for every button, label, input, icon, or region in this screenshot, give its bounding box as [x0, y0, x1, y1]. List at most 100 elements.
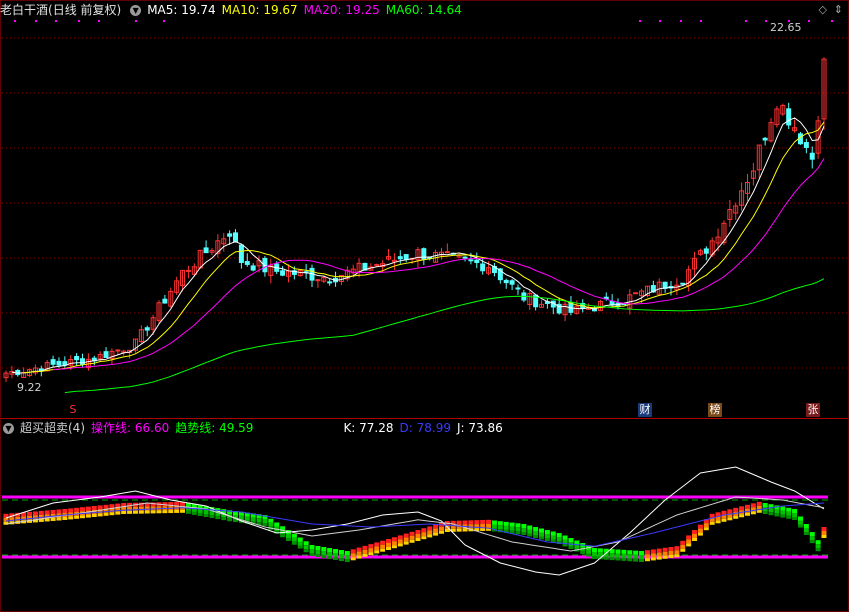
- oscillator-bar: [291, 533, 297, 538]
- oscillator-bar: [650, 557, 656, 561]
- top-tick: [14, 20, 16, 22]
- oscillator-bar: [150, 506, 156, 511]
- oscillator-bar: [539, 528, 545, 533]
- oscillator-bar: [85, 514, 91, 518]
- oscillator-bar: [403, 541, 409, 545]
- sell-signal-marker[interactable]: S: [66, 403, 80, 417]
- oscillator-bar: [262, 523, 268, 526]
- oscillator-bar: [615, 557, 621, 561]
- oscillator-bar: [786, 515, 792, 519]
- oscillator-bar: [203, 514, 209, 517]
- candle-body: [238, 244, 244, 263]
- oscillator-bar: [633, 554, 639, 559]
- oscillator-bar: [68, 516, 74, 520]
- oscillator-bar: [321, 547, 327, 551]
- j-value-label: J: 73.86: [456, 421, 503, 435]
- oscillator-bar: [797, 524, 803, 528]
- oscillator-bar: [209, 515, 215, 519]
- diamond-icon[interactable]: ◇: [819, 3, 827, 16]
- oscillator-bar: [786, 511, 792, 516]
- oscillator-bar: [715, 520, 721, 524]
- limit-up-marker[interactable]: 张: [806, 403, 820, 417]
- chart-canvas[interactable]: [0, 0, 849, 612]
- oscillator-bar: [115, 511, 121, 515]
- top-tick: [163, 20, 165, 22]
- financial-report-marker[interactable]: 财: [638, 403, 652, 417]
- oscillator-bar: [686, 539, 692, 544]
- oscillator-bar: [591, 548, 597, 552]
- candle-body: [680, 282, 686, 285]
- main-panel-header: 老白干酒(日线 前复权) ▼ MA5: 19.74 MA10: 19.67 MA20: …: [0, 2, 468, 18]
- oscillator-bar: [250, 517, 256, 522]
- oscillator-bar: [344, 551, 350, 555]
- oscillator-bar: [550, 535, 556, 540]
- oscillator-bar: [627, 554, 633, 559]
- oscillator-bar: [550, 531, 556, 536]
- oscillator-bar: [515, 527, 521, 532]
- ma10-label: MA10: 19.67: [221, 3, 298, 17]
- oscillator-bar: [380, 544, 386, 549]
- oscillator-bar: [639, 555, 645, 559]
- top-tick: [745, 20, 747, 22]
- oscillator-bar: [297, 537, 303, 542]
- oscillator-bar: [291, 537, 297, 542]
- candle-body: [185, 269, 191, 272]
- oscillator-bar: [727, 517, 733, 521]
- oscillator-bar: [668, 551, 674, 555]
- oscillator-bar: [168, 510, 174, 514]
- oscillator-bar: [344, 559, 350, 562]
- ma5-line: [11, 117, 825, 374]
- oscillator-bar: [527, 533, 533, 537]
- oscillator-bar: [780, 510, 786, 515]
- oscillator-bar: [391, 537, 397, 542]
- candle-body: [227, 233, 233, 237]
- oscillator-bar: [74, 515, 80, 519]
- oscillator-bar: [750, 511, 756, 515]
- oscillator-bar: [674, 546, 680, 551]
- oscillator-bar: [350, 553, 356, 558]
- oscillator-bar: [497, 521, 503, 526]
- oscillator-bar: [221, 517, 227, 521]
- oscillator-bar: [503, 525, 509, 530]
- oscillator-bar: [562, 539, 568, 544]
- oscillator-bar: [539, 532, 545, 537]
- oscillator-bar: [397, 543, 403, 547]
- oscillator-bar: [780, 506, 786, 511]
- oscillator-bar: [386, 547, 392, 550]
- candle-body: [50, 359, 56, 365]
- oscillator-bar: [815, 544, 821, 549]
- oscillator-bar: [321, 551, 327, 555]
- oscillator-bar: [262, 519, 268, 523]
- oscillator-bar: [709, 521, 715, 525]
- candle-body: [403, 254, 409, 261]
- oscillator-bar: [703, 527, 709, 531]
- oscillator-bar: [456, 528, 462, 532]
- ranking-list-marker[interactable]: 榜: [708, 403, 722, 417]
- chevron-down-icon[interactable]: ▼: [3, 423, 14, 434]
- oscillator-bar: [62, 517, 68, 520]
- oscillator-bar: [68, 508, 74, 513]
- oscillator-bar: [597, 548, 603, 553]
- oscillator-bar: [97, 505, 103, 510]
- oscillator-bar: [180, 509, 186, 513]
- oscillator-bar: [627, 558, 633, 562]
- oscillator-bar: [515, 531, 521, 535]
- oscillator-bar: [91, 514, 97, 517]
- oscillator-bar: [474, 520, 480, 525]
- oscillator-bar: [633, 550, 639, 555]
- oscillator-bar: [803, 532, 809, 535]
- oscillator-bar: [391, 541, 397, 546]
- oscillator-bar: [686, 535, 692, 540]
- oscillator-bar: [227, 518, 233, 522]
- oscillator-bar: [503, 521, 509, 526]
- oscillator-bar: [692, 530, 698, 534]
- oscillator-bar: [821, 535, 827, 538]
- oscillator-bar: [497, 525, 503, 530]
- oscillator-bar: [556, 537, 562, 541]
- chevron-down-icon[interactable]: ▼: [130, 5, 142, 16]
- top-tick: [135, 20, 137, 22]
- oscillator-bar: [697, 532, 703, 536]
- expand-icon[interactable]: ⇕: [834, 3, 843, 16]
- candle-body: [515, 287, 521, 290]
- oscillator-bar: [644, 558, 650, 562]
